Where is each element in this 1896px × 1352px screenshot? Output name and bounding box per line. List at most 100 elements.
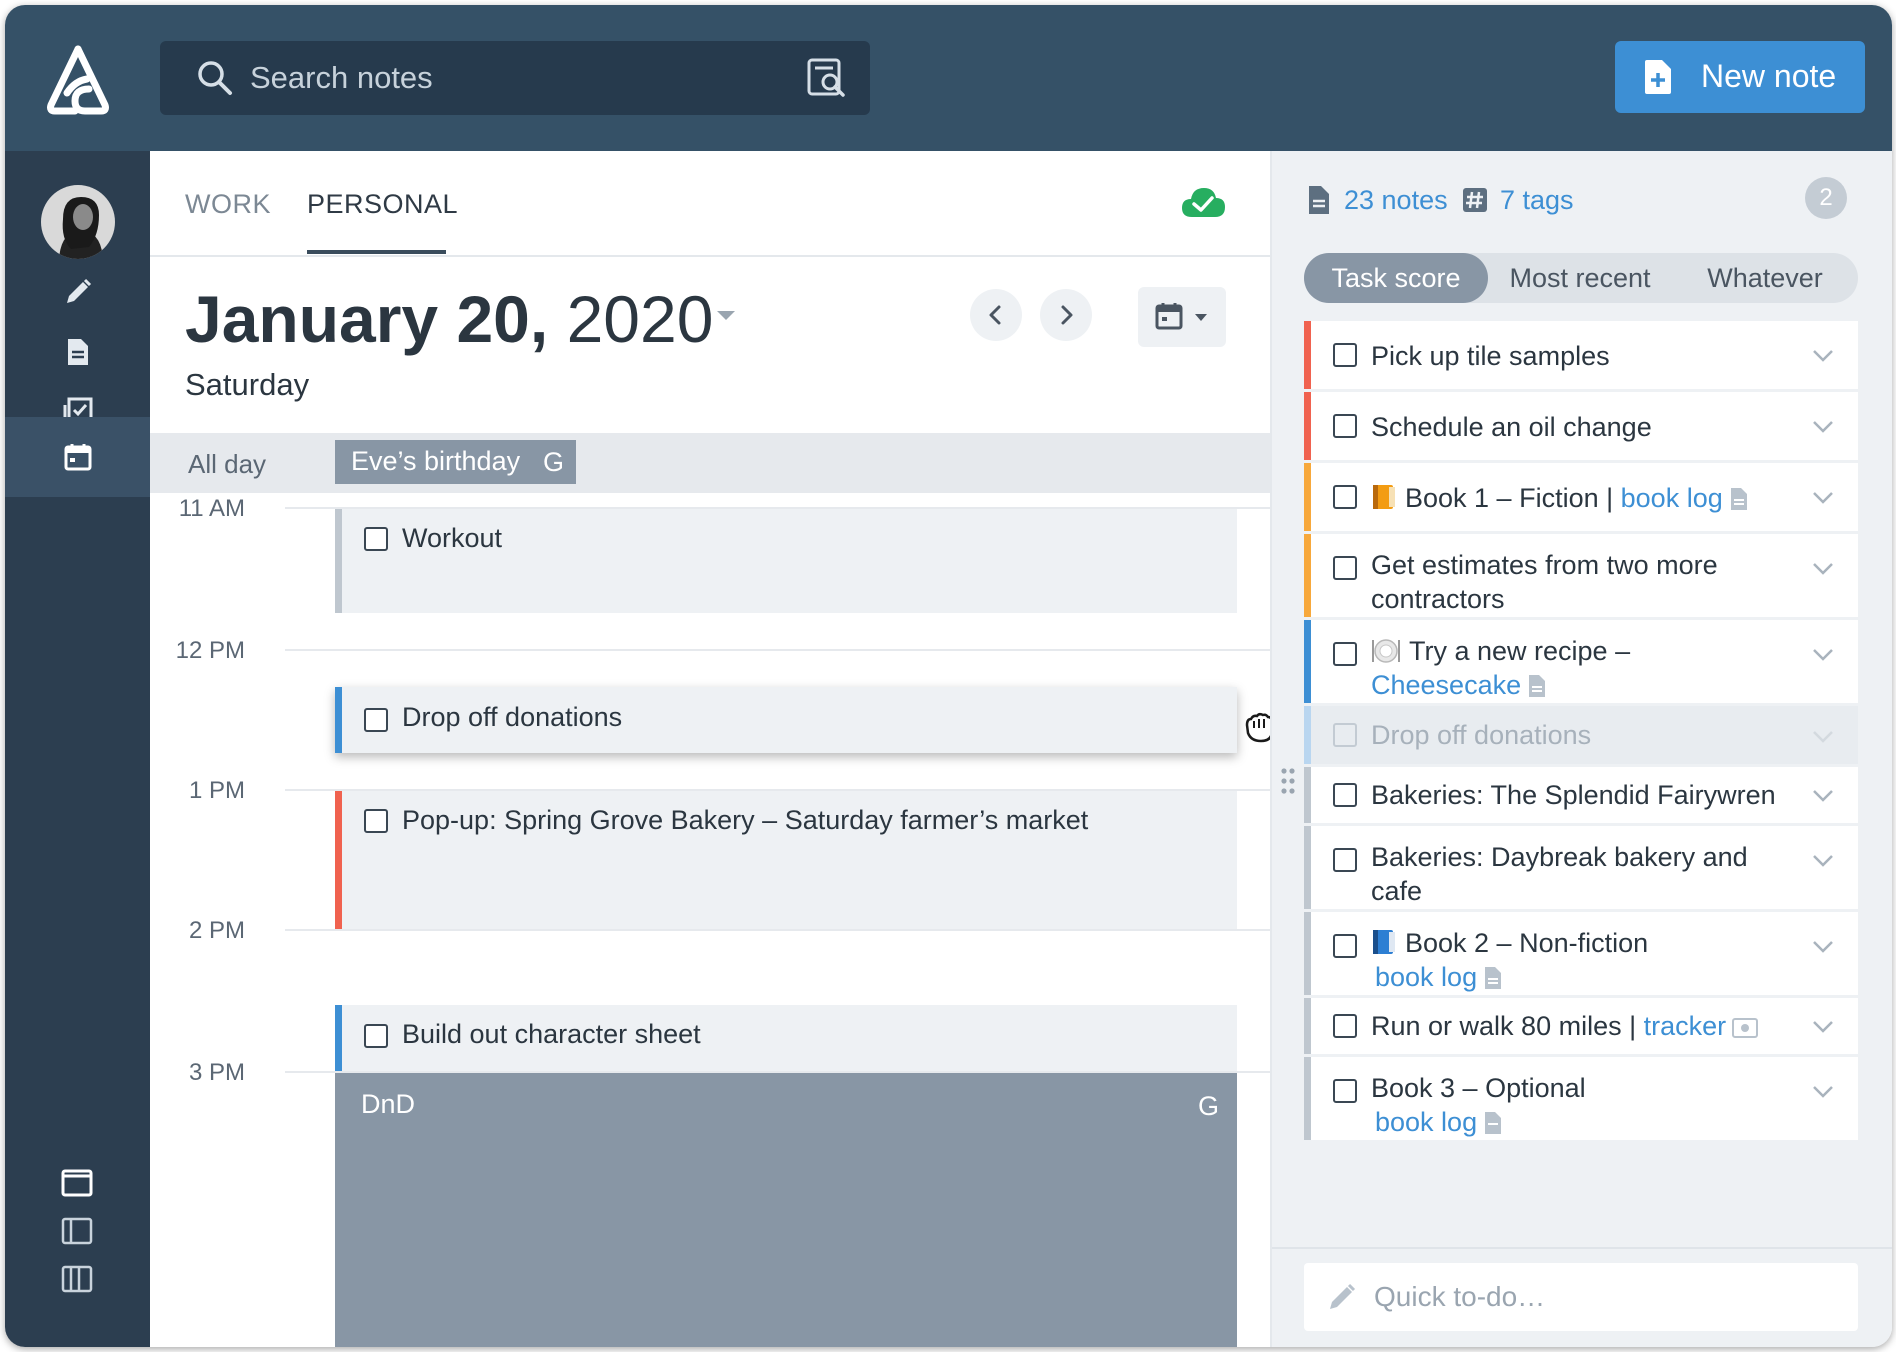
single-pane-layout-icon[interactable]	[61, 1169, 93, 1197]
priority-bar	[1304, 620, 1311, 703]
chevron-down-icon[interactable]	[1812, 1085, 1834, 1099]
calendar-event-dragging[interactable]: Drop off donations	[335, 687, 1270, 753]
task-link[interactable]: book log	[1621, 483, 1723, 513]
task-link[interactable]: Cheesecake	[1371, 670, 1521, 700]
task-item[interactable]: Bakeries: Daybreak bakery and cafe	[1304, 826, 1858, 909]
advanced-search-icon[interactable]	[806, 57, 848, 99]
priority-bar	[1304, 706, 1311, 764]
task-item[interactable]: Book 2 – Non-fiction book log	[1304, 912, 1858, 995]
task-checkbox[interactable]	[1333, 848, 1357, 872]
task-item-drop-placeholder[interactable]: Drop off donations	[1304, 706, 1858, 764]
orange-book-icon	[1373, 485, 1395, 509]
chevron-down-icon[interactable]	[1812, 420, 1834, 434]
hour-divider	[285, 649, 1270, 651]
event-title: Build out character sheet	[402, 1019, 701, 1049]
calendar-event[interactable]: Build out character sheet	[335, 1005, 1237, 1071]
calendar-event[interactable]: Pop-up: Spring Grove Bakery – Saturday f…	[335, 791, 1237, 929]
priority-bar	[1304, 998, 1311, 1054]
task-checkbox[interactable]	[1333, 1014, 1357, 1038]
task-checkbox[interactable]	[1333, 723, 1357, 747]
task-checkbox[interactable]	[1333, 783, 1357, 807]
top-bar: New note	[5, 5, 1892, 151]
calendar-pane: WORK PERSONAL January 20, 2020 Saturday	[150, 151, 1272, 1347]
event-title: Workout	[402, 523, 503, 553]
chevron-down-icon[interactable]	[1812, 349, 1834, 363]
search-bar[interactable]	[160, 41, 870, 115]
notification-badge[interactable]: 2	[1805, 177, 1847, 219]
chevron-down-icon[interactable]	[1812, 1020, 1834, 1034]
task-text: Drop off donations	[1371, 720, 1592, 750]
all-day-event-title: Eve’s birthday	[351, 446, 521, 476]
notes-count-link[interactable]: 23 notes	[1309, 185, 1448, 216]
tab-work[interactable]: WORK	[185, 189, 271, 220]
task-link[interactable]: book log	[1375, 962, 1477, 992]
task-checkbox[interactable]	[1333, 414, 1357, 438]
task-text: Book 1 – Fiction |	[1405, 483, 1614, 513]
event-checkbox[interactable]	[364, 809, 388, 833]
chevron-down-icon[interactable]	[1812, 648, 1834, 662]
chevron-down-icon[interactable]	[1812, 491, 1834, 505]
task-text-wrap: Run or walk 80 miles | tracker	[1371, 1009, 1811, 1043]
quick-todo-input[interactable]	[1374, 1275, 1834, 1319]
quick-todo-box[interactable]	[1304, 1263, 1858, 1331]
tags-count-link[interactable]: 7 tags	[1463, 185, 1574, 216]
next-day-button[interactable]	[1040, 289, 1092, 341]
search-input[interactable]	[250, 55, 770, 101]
task-item[interactable]: Schedule an oil change	[1304, 392, 1858, 460]
calendar-event[interactable]: Workout	[335, 509, 1237, 613]
event-checkbox[interactable]	[364, 1024, 388, 1048]
task-text: Get estimates from two more contractors	[1371, 550, 1718, 614]
plate-cutlery-icon	[1372, 639, 1400, 663]
task-text-wrap: Try a new recipe – Cheesecake	[1371, 634, 1791, 702]
chevron-down-icon[interactable]	[1812, 730, 1834, 744]
note-link-icon	[1485, 967, 1502, 989]
task-link[interactable]: tracker	[1644, 1011, 1727, 1041]
event-color-bar	[335, 1005, 342, 1071]
grab-cursor-icon	[1245, 712, 1270, 743]
new-note-button[interactable]: New note	[1615, 41, 1865, 113]
task-checkbox[interactable]	[1333, 934, 1357, 958]
previous-day-button[interactable]	[970, 289, 1022, 341]
weekday-label: Saturday	[185, 367, 310, 402]
three-pane-layout-icon[interactable]	[61, 1265, 93, 1293]
tab-personal[interactable]: PERSONAL	[307, 189, 458, 220]
hashtag-icon	[1463, 188, 1487, 212]
chevron-down-icon[interactable]	[1812, 940, 1834, 954]
task-checkbox[interactable]	[1333, 642, 1357, 666]
task-checkbox[interactable]	[1333, 1079, 1357, 1103]
avatar[interactable]	[41, 185, 115, 259]
calendar-view-dropdown[interactable]	[1138, 287, 1226, 347]
task-item[interactable]: Get estimates from two more contractors	[1304, 534, 1858, 617]
sort-option-task-score[interactable]: Task score	[1304, 253, 1488, 303]
note-link-icon	[1529, 675, 1546, 697]
event-title: DnD	[361, 1089, 416, 1119]
event-checkbox[interactable]	[364, 527, 388, 551]
sort-option-whatever[interactable]: Whatever	[1672, 253, 1858, 303]
hour-label: 2 PM	[188, 917, 245, 944]
chevron-down-icon[interactable]	[715, 309, 737, 323]
task-link[interactable]: book log	[1375, 1107, 1477, 1137]
event-checkbox[interactable]	[364, 708, 388, 732]
chevron-down-icon[interactable]	[1812, 854, 1834, 868]
task-text: Book 2 – Non-fiction	[1405, 928, 1649, 958]
sort-option-most-recent[interactable]: Most recent	[1488, 253, 1672, 303]
calendar-event-google[interactable]: DnD G	[335, 1073, 1237, 1347]
chevron-down-icon[interactable]	[1812, 789, 1834, 803]
task-item[interactable]: Book 3 – Optional book log	[1304, 1057, 1858, 1140]
chevron-down-icon[interactable]	[1812, 562, 1834, 576]
two-pane-layout-icon[interactable]	[61, 1217, 93, 1245]
task-item[interactable]: Run or walk 80 miles | tracker	[1304, 998, 1858, 1054]
task-checkbox[interactable]	[1333, 556, 1357, 580]
drag-handle-icon[interactable]	[1280, 767, 1296, 795]
task-item[interactable]: Bakeries: The Splendid Fairywren	[1304, 767, 1858, 823]
task-checkbox[interactable]	[1333, 485, 1357, 509]
task-item[interactable]: Book 1 – Fiction | book log	[1304, 463, 1858, 531]
task-item[interactable]: Try a new recipe – Cheesecake	[1304, 620, 1858, 703]
task-item[interactable]: Pick up tile samples	[1304, 321, 1858, 389]
date-heading[interactable]: January 20, 2020	[185, 281, 713, 357]
tracker-link-icon	[1732, 1018, 1759, 1038]
sidebar-item-calendar[interactable]	[5, 417, 150, 497]
app-logo-icon[interactable]	[45, 45, 111, 115]
task-checkbox[interactable]	[1333, 343, 1357, 367]
all-day-event[interactable]: Eve’s birthday G	[335, 440, 576, 484]
